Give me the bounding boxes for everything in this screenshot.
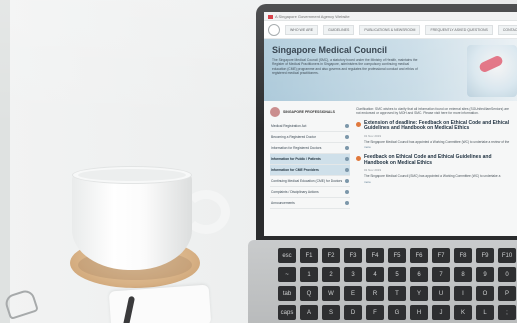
- laptop-screen: A Singapore Government Agency Website WH…: [264, 12, 517, 236]
- keyboard-key: 9: [476, 267, 494, 282]
- keyboard-key: R: [366, 286, 384, 301]
- news-date: 01 Nov 2019: [364, 168, 382, 173]
- keyboard-key: F10: [498, 248, 516, 263]
- laptop-keyboard-deck: escF1F2F3F4F5F6F7F8F9F10F11~1234567890-t…: [248, 240, 517, 323]
- keyboard-key: U: [432, 286, 450, 301]
- keyboard-key: F2: [322, 248, 340, 263]
- keyboard-key: F1: [300, 248, 318, 263]
- keyboard-key: W: [322, 286, 340, 301]
- keyboard-key: 5: [388, 267, 406, 282]
- hero-image: [467, 45, 517, 97]
- keyboard-key: F3: [344, 248, 362, 263]
- keyboard-key: caps: [278, 305, 296, 320]
- keyboard-key: O: [476, 286, 494, 301]
- sidebar-item-registration-act[interactable]: Medical Registration Act: [270, 121, 350, 132]
- keyboard-key: tab: [278, 286, 296, 301]
- bullet-icon: [356, 156, 361, 162]
- keyboard-key: F8: [454, 248, 472, 263]
- hero-text: The Singapore Medical Council (SMC), a s…: [272, 58, 418, 76]
- keyboard-key: S: [322, 305, 340, 320]
- arrow-icon: [345, 124, 349, 128]
- keyboard-key: ~: [278, 267, 296, 282]
- news-item: Feedback on Ethical Code and Ethical Gui…: [356, 154, 511, 184]
- page-content: SINGAPORE PROFESSIONALS Medical Registra…: [264, 101, 517, 215]
- keyboard-key: G: [388, 305, 406, 320]
- keyboard-key: ;: [498, 305, 516, 320]
- arrow-icon: [345, 179, 349, 183]
- main-column: Clarification: SMC wishes to clarify tha…: [356, 107, 511, 209]
- news-date: 01 Nov 2019: [364, 134, 382, 138]
- keyboard-key: F7: [432, 248, 450, 263]
- coffee-cup-icon: [72, 172, 192, 270]
- sidebar-item-cme-providers[interactable]: Information for CME Providers: [270, 165, 350, 176]
- sidebar-item-cme-doctors[interactable]: Continuing Medical Education (CME) for D…: [270, 176, 350, 187]
- keyboard-key: F9: [476, 248, 494, 263]
- news-title[interactable]: Extension of deadline: Feedback on Ethic…: [364, 120, 511, 132]
- arrow-icon: [345, 157, 349, 161]
- nav-contact[interactable]: CONTACT US: [497, 24, 517, 35]
- keyboard-key: D: [344, 305, 362, 320]
- keyboard-key: T: [388, 286, 406, 301]
- keyboard-key: 2: [322, 267, 340, 282]
- crest-icon: [268, 23, 280, 36]
- keyboard-key: E: [344, 286, 362, 301]
- sidebar-item-announcements[interactable]: Announcements: [270, 198, 350, 209]
- clarification-notice: Clarification: SMC wishes to clarify tha…: [356, 107, 510, 116]
- keyboard-key: I: [454, 286, 472, 301]
- keyboard-key: 1: [300, 267, 318, 282]
- sidebar-item-registered-doctors[interactable]: Information for Registered Doctors: [270, 143, 350, 154]
- sidebar-heading: SINGAPORE PROFESSIONALS: [270, 107, 350, 117]
- keyboard-key: esc: [278, 248, 296, 263]
- keyboard-key: 0: [498, 267, 516, 282]
- sidebar-logo-icon: [270, 107, 280, 117]
- keyboard-key: 8: [454, 267, 472, 282]
- keyboard-key: Y: [410, 286, 428, 301]
- news-title[interactable]: Feedback on Ethical Code and Ethical Gui…: [364, 154, 511, 166]
- sidebar-item-becoming-doctor[interactable]: Becoming a Registered Doctor: [270, 132, 350, 143]
- news-more-link[interactable]: more: [364, 180, 511, 184]
- keyboard-key: Q: [300, 286, 318, 301]
- keyboard-key: F5: [388, 248, 406, 263]
- cup-inner: [78, 169, 186, 181]
- news-body: The Singapore Medical Council has appoin…: [364, 140, 510, 144]
- news-item: Extension of deadline: Feedback on Ethic…: [356, 120, 511, 149]
- arrow-icon: [345, 135, 349, 139]
- nav-publications[interactable]: PUBLICATIONS & NEWSROOM: [359, 24, 421, 35]
- arrow-icon: [345, 190, 349, 194]
- keyboard-key: 7: [432, 267, 450, 282]
- keyboard-key: 6: [410, 267, 428, 282]
- flag-icon: [268, 14, 273, 19]
- site-nav: WHO WE ARE GUIDELINES PUBLICATIONS & NEW…: [264, 21, 517, 39]
- keyboard-key: P: [498, 286, 516, 301]
- sidebar-item-complaints[interactable]: Complaints / Disciplinary Actions: [270, 187, 350, 198]
- nav-faq[interactable]: FREQUENTLY ASKED QUESTIONS: [425, 24, 493, 35]
- nav-who-we-are[interactable]: WHO WE ARE: [285, 24, 319, 35]
- arrow-icon: [345, 201, 349, 205]
- arrow-icon: [345, 146, 349, 150]
- keyboard-key: F4: [366, 248, 384, 263]
- keyboard-key: J: [432, 305, 450, 320]
- keyboard-key: H: [410, 305, 428, 320]
- photo-scene: A Singapore Government Agency Website WH…: [0, 0, 517, 323]
- keyboard-key: 4: [366, 267, 384, 282]
- keyboard-key: F: [366, 305, 384, 320]
- wall-edge: [0, 0, 10, 323]
- arrow-icon: [345, 168, 349, 172]
- keyboard-key: F6: [410, 248, 428, 263]
- news-more-link[interactable]: more: [364, 145, 511, 149]
- keyboard-key: A: [300, 305, 318, 320]
- keyboard-key: K: [454, 305, 472, 320]
- nav-guidelines[interactable]: GUIDELINES: [323, 24, 355, 35]
- keyboard: escF1F2F3F4F5F6F7F8F9F10F11~1234567890-t…: [278, 248, 517, 323]
- keyboard-key: L: [476, 305, 494, 320]
- sidebar-item-public-patients[interactable]: Information for Public / Patients: [270, 154, 350, 165]
- gov-bar: A Singapore Government Agency Website: [264, 12, 517, 21]
- bullet-icon: [356, 121, 361, 127]
- sidebar: SINGAPORE PROFESSIONALS Medical Registra…: [270, 107, 350, 209]
- keyboard-key: 3: [344, 267, 362, 282]
- hero-banner: Singapore Medical Council The Singapore …: [264, 39, 517, 101]
- news-body: The Singapore Medical Council (SMC) has …: [364, 174, 501, 179]
